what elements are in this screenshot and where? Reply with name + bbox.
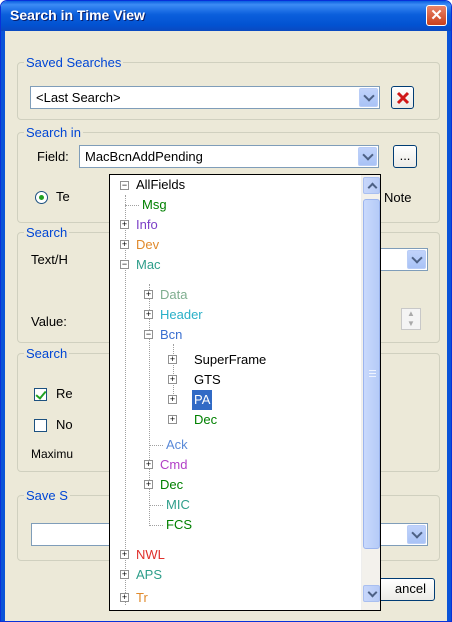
tree-node-pa-selected[interactable]: PA [190,389,214,411]
tree-node-fcs[interactable]: FCS [166,515,192,535]
expand-icon[interactable]: + [144,480,153,489]
saved-search-value: <Last Search> [36,90,121,105]
chevron-down-icon[interactable] [407,250,426,269]
chevron-down-icon[interactable] [359,88,378,107]
expand-icon[interactable]: + [120,570,129,579]
expand-icon[interactable]: + [120,593,129,602]
scroll-down-button[interactable] [363,585,380,602]
window-border-left [1,31,5,621]
tree-node-gts[interactable]: GTS [194,370,221,390]
search-dialog: Search in Time View ✕ Saved Searches <La… [0,0,452,622]
tree-node-nwl[interactable]: NWL [136,545,165,565]
expand-icon[interactable]: + [168,395,177,404]
tree-node-superframe[interactable]: SuperFrame [194,350,266,370]
maximum-label: Maximu [31,447,74,461]
collapse-icon[interactable]: − [120,260,129,269]
tree-node-mac[interactable]: Mac [136,255,161,275]
close-icon: ✕ [430,7,443,24]
search-in-legend: Search in [26,125,81,140]
expand-icon[interactable]: + [120,220,129,229]
tree-node-ack[interactable]: Ack [166,435,188,455]
tree-node-msg[interactable]: Msg [142,195,167,215]
text-hex-label: Text/H [31,252,68,267]
expand-icon[interactable]: + [120,240,129,249]
saved-search-select[interactable]: <Last Search> [30,86,380,109]
value-label: Value: [31,314,67,329]
tree-connector [125,195,126,605]
radio-text-label: Te [56,189,70,204]
tree-scrollbar[interactable] [361,175,380,610]
expand-icon[interactable]: + [144,310,153,319]
tree-connector [149,525,163,526]
tree-node-mic[interactable]: MIC [166,495,190,515]
chevron-down-icon[interactable] [407,525,426,544]
checkbox-reverse-label: Re [56,386,73,401]
saved-searches-legend: Saved Searches [26,55,122,70]
field-select[interactable]: MacBcnAddPending [79,145,379,168]
tree-node-aps[interactable]: APS [136,565,162,585]
expand-icon[interactable]: + [144,290,153,299]
field-label: Field: [37,149,69,164]
tree-node-dev[interactable]: Dev [136,235,159,255]
expand-icon[interactable]: + [168,415,177,424]
checkbox-not-label: No [56,417,73,432]
save-search-legend: Save S [26,488,68,503]
title-bar[interactable]: Search in Time View ✕ [1,1,451,31]
window-border-right [447,31,451,621]
tree-node-root[interactable]: AllFields [136,175,185,195]
tree-node-cmd[interactable]: Cmd [160,455,187,475]
checkbox-reverse[interactable] [34,388,47,401]
collapse-icon[interactable]: − [120,181,129,190]
scroll-up-button[interactable] [363,177,380,194]
browse-button[interactable]: ... [393,145,417,168]
scroll-thumb[interactable] [363,199,380,549]
radio-text[interactable] [35,191,48,204]
grip-line [369,376,376,377]
checkbox-not[interactable] [34,419,47,432]
collapse-icon[interactable]: − [144,330,153,339]
tree-node-dec2[interactable]: Dec [160,475,183,495]
tree-node-data[interactable]: Data [160,285,187,305]
tree-connector [149,505,163,506]
radio-note-label: Note [384,190,412,205]
tree-connector [149,445,163,446]
expand-icon[interactable]: + [120,550,129,559]
search-for-legend: Search [26,225,68,240]
field-tree-dropdown: − AllFields Msg + Info + Dev − Mac + Dat… [109,174,381,611]
expand-icon[interactable]: + [168,375,177,384]
tree-connector [125,205,139,206]
tree-node-bcn[interactable]: Bcn [160,325,182,345]
field-tree: − AllFields Msg + Info + Dev − Mac + Dat… [110,175,360,610]
tree-node-dec[interactable]: Dec [194,410,217,430]
window-title: Search in Time View [10,7,145,23]
delete-search-button[interactable] [391,86,414,109]
tree-node-info[interactable]: Info [136,215,158,235]
search-options-legend: Search [26,346,68,361]
expand-icon[interactable]: + [144,460,153,469]
value-spinner[interactable]: ▲ ▼ [401,308,421,330]
close-button[interactable]: ✕ [426,5,447,26]
field-value: MacBcnAddPending [85,149,203,164]
grip-line [369,373,376,374]
tree-node-header[interactable]: Header [160,305,203,325]
chevron-down-icon[interactable] [358,147,377,166]
grip-line [369,370,376,371]
delete-x-icon [396,91,409,105]
tree-node-tr[interactable]: Tr [136,588,148,608]
expand-icon[interactable]: + [168,355,177,364]
